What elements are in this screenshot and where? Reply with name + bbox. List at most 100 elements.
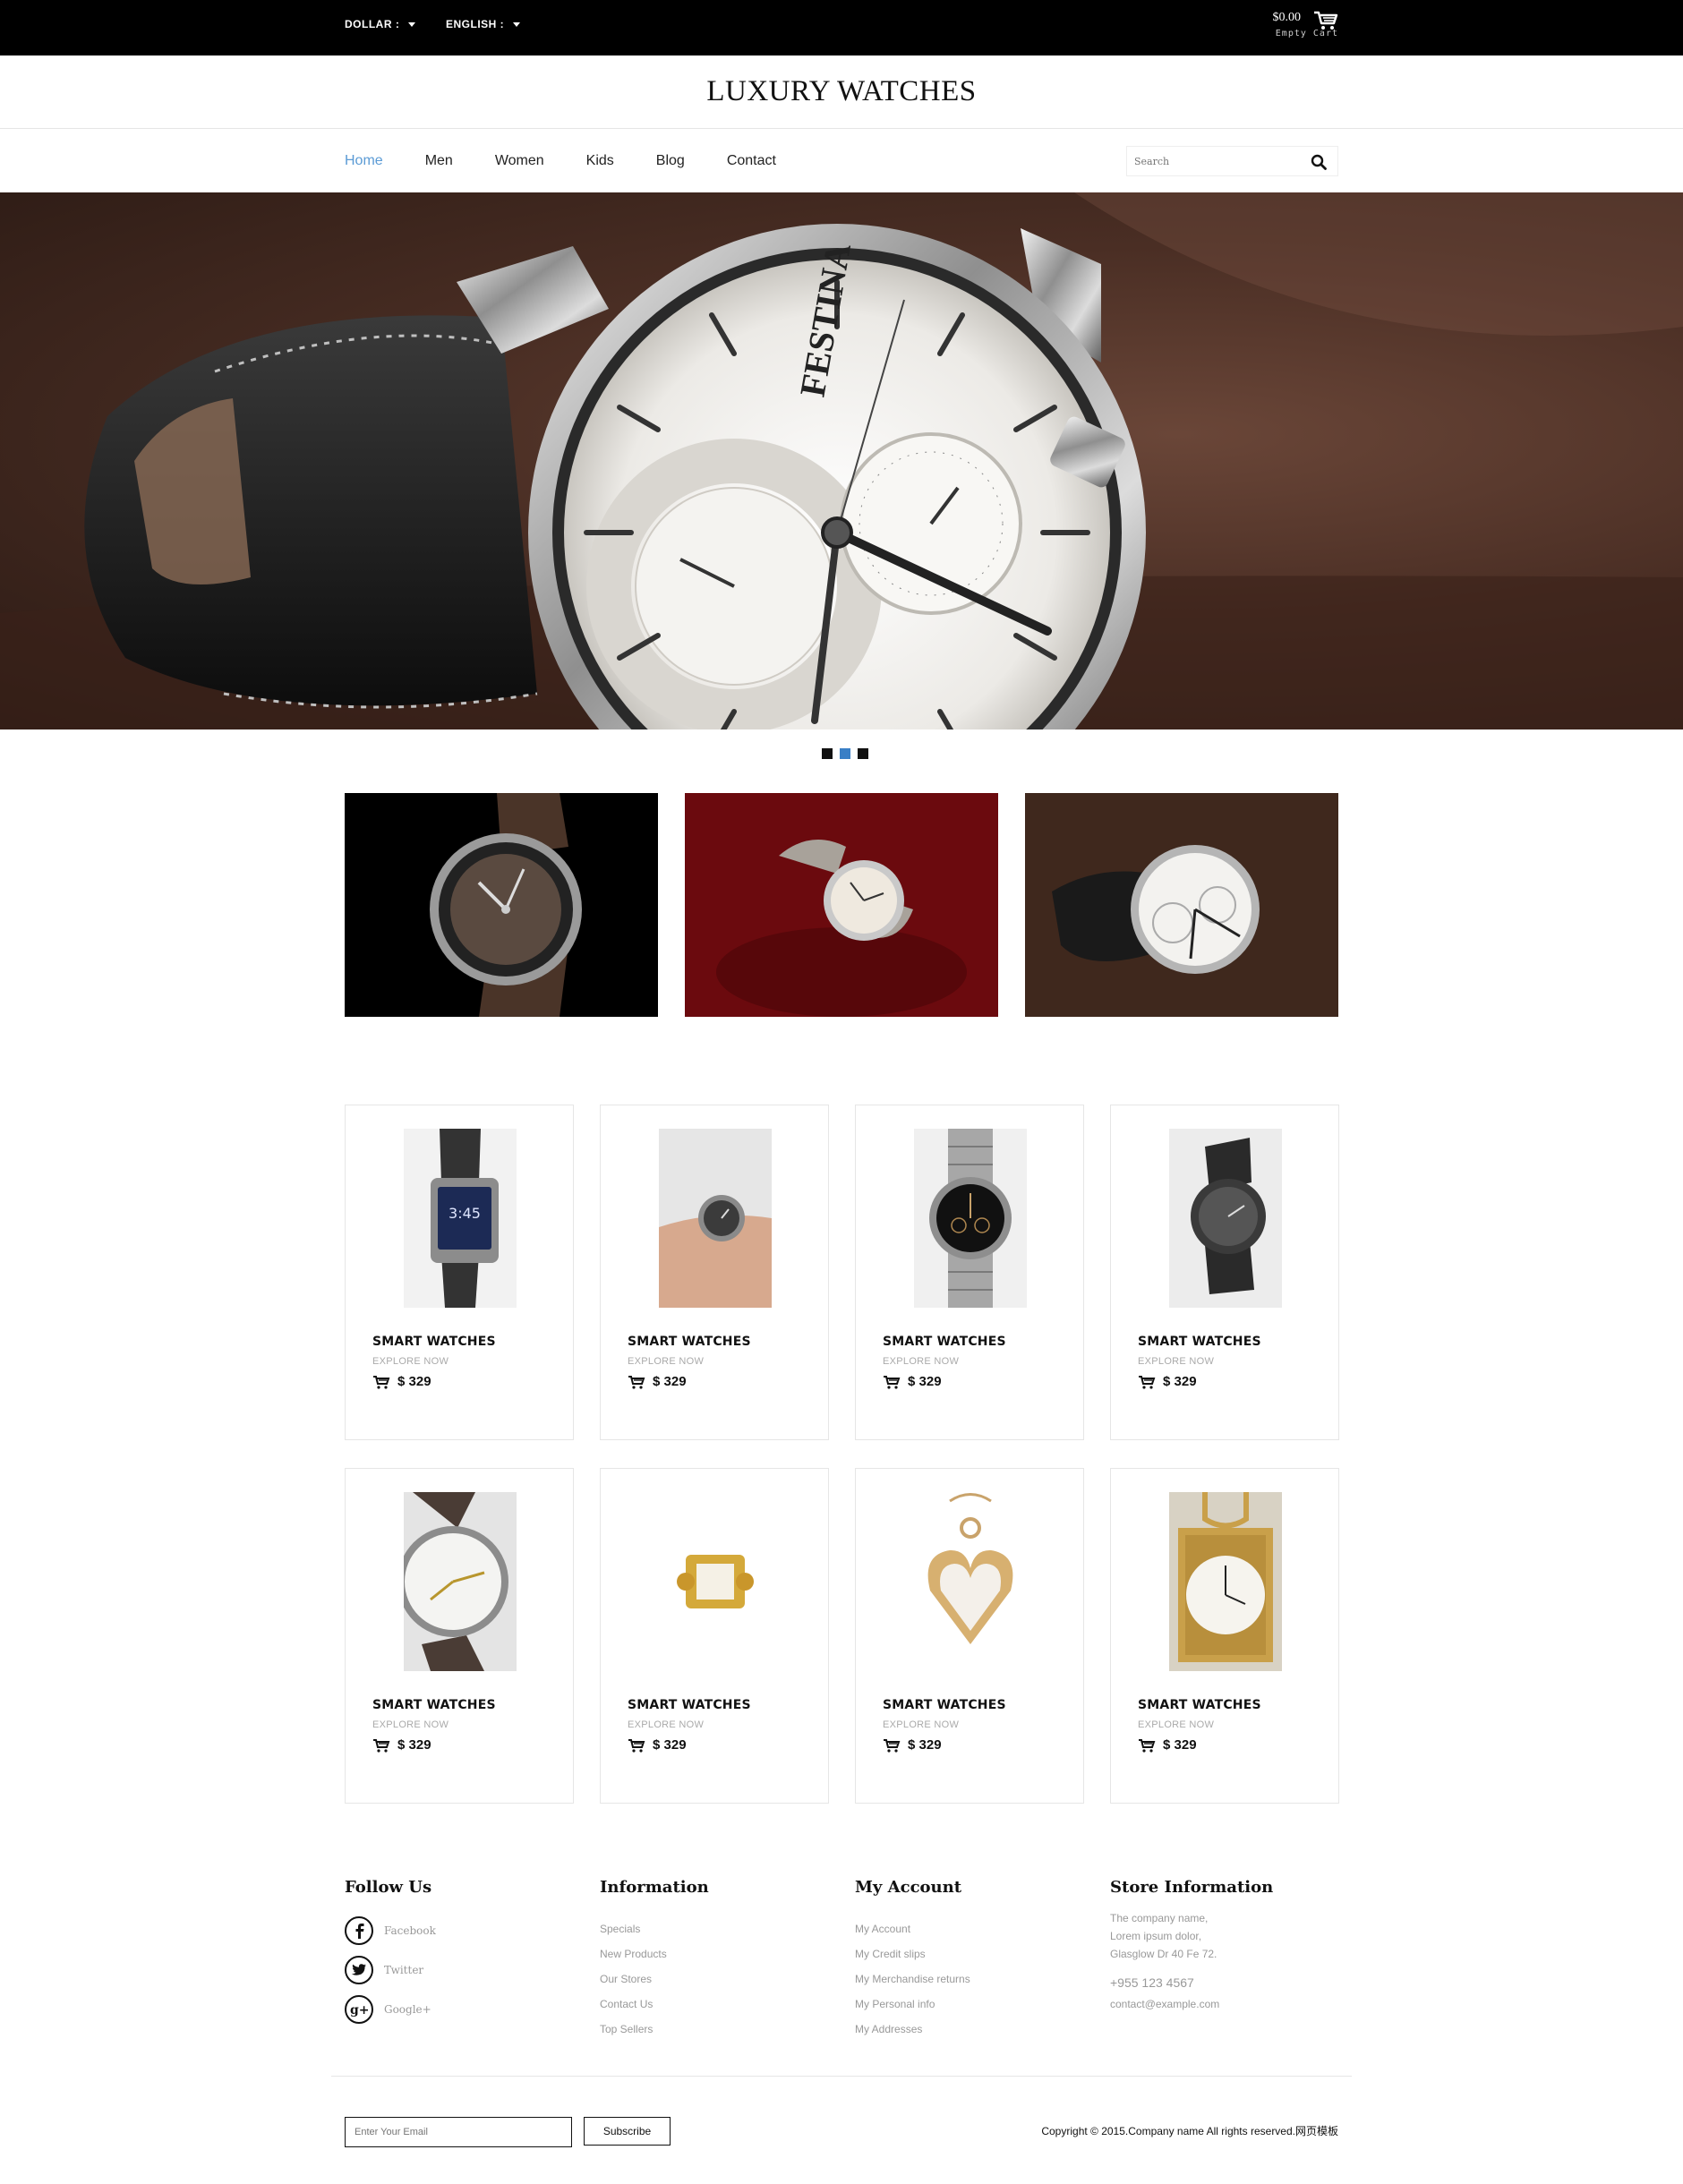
footer-link-addresses[interactable]: My Addresses bbox=[855, 2017, 970, 2042]
cart-icon[interactable] bbox=[883, 1738, 901, 1753]
social-facebook[interactable]: Facebook bbox=[345, 1916, 436, 1945]
explore-link[interactable]: EXPLORE NOW bbox=[628, 1719, 704, 1730]
cart-icon[interactable] bbox=[1138, 1738, 1156, 1753]
language-selector[interactable]: ENGLISH : bbox=[446, 18, 521, 30]
product-image[interactable] bbox=[1169, 1129, 1282, 1308]
explore-link[interactable]: EXPLORE NOW bbox=[883, 1719, 959, 1730]
search-icon[interactable] bbox=[1311, 154, 1327, 170]
cart-icon[interactable] bbox=[1313, 11, 1338, 30]
nav-item-blog[interactable]: Blog bbox=[656, 153, 685, 169]
nav-item-home[interactable]: Home bbox=[345, 153, 383, 169]
footer-link-personal-info[interactable]: My Personal info bbox=[855, 1992, 970, 2017]
wrist-watch-image bbox=[659, 1195, 772, 1308]
price-value: $ 329 bbox=[653, 1737, 687, 1753]
product-name[interactable]: SMART WATCHES bbox=[1138, 1698, 1261, 1712]
social-google-plus[interactable]: g+ Google+ bbox=[345, 1995, 436, 2024]
category-banner-2[interactable] bbox=[685, 793, 998, 1017]
screen-time: 3:45 bbox=[449, 1205, 481, 1222]
store-email[interactable]: contact@example.com bbox=[1110, 1995, 1273, 2013]
product-price[interactable]: $ 329 bbox=[1138, 1374, 1197, 1389]
google-plus-icon[interactable]: g+ bbox=[345, 1995, 373, 2024]
footer-link-contact-us[interactable]: Contact Us bbox=[600, 1992, 709, 2017]
cart-widget[interactable]: $0.00 Empty Cart bbox=[1273, 11, 1339, 38]
product-name[interactable]: SMART WATCHES bbox=[883, 1698, 1006, 1712]
copyright-text: Copyright © 2015.Company name All rights… bbox=[1041, 2125, 1338, 2137]
footer-link-top-sellers[interactable]: Top Sellers bbox=[600, 2017, 709, 2042]
nav-item-men[interactable]: Men bbox=[425, 153, 453, 169]
product-card[interactable]: SMART WATCHES EXPLORE NOW $ 329 bbox=[345, 1468, 574, 1804]
product-card[interactable]: SMART WATCHES EXPLORE NOW $ 329 bbox=[600, 1468, 829, 1804]
explore-link[interactable]: EXPLORE NOW bbox=[883, 1356, 959, 1367]
currency-label: DOLLAR : bbox=[345, 18, 400, 30]
newsletter-email-input[interactable] bbox=[345, 2117, 572, 2147]
twitter-icon[interactable] bbox=[345, 1956, 373, 1984]
product-name[interactable]: SMART WATCHES bbox=[372, 1335, 496, 1349]
cart-icon[interactable] bbox=[628, 1375, 645, 1389]
footer-link-our-stores[interactable]: Our Stores bbox=[600, 1966, 709, 1992]
footer-link-new-products[interactable]: New Products bbox=[600, 1941, 709, 1966]
footer-link-merchandise-returns[interactable]: My Merchandise returns bbox=[855, 1966, 970, 1992]
hero-slider[interactable]: FESTINA bbox=[0, 192, 1683, 729]
cart-icon[interactable] bbox=[372, 1375, 390, 1389]
slider-dot[interactable] bbox=[858, 748, 868, 759]
product-image[interactable] bbox=[659, 1492, 772, 1671]
product-card[interactable]: SMART WATCHES EXPLORE NOW $ 329 bbox=[600, 1105, 829, 1440]
product-price[interactable]: $ 329 bbox=[883, 1737, 942, 1753]
store-address-line: Glasglow Dr 40 Fe 72. bbox=[1110, 1948, 1217, 1960]
product-price[interactable]: $ 329 bbox=[372, 1374, 431, 1389]
cart-icon[interactable] bbox=[372, 1738, 390, 1753]
slider-dot-active[interactable] bbox=[840, 748, 850, 759]
footer-link-my-account[interactable]: My Account bbox=[855, 1916, 970, 1941]
cart-icon[interactable] bbox=[1138, 1375, 1156, 1389]
product-image[interactable] bbox=[914, 1492, 1027, 1671]
product-image[interactable] bbox=[659, 1129, 772, 1308]
category-banner-3[interactable] bbox=[1025, 793, 1338, 1017]
subscribe-button[interactable]: Subscribe bbox=[584, 2117, 671, 2146]
facebook-icon[interactable] bbox=[345, 1916, 373, 1945]
product-name[interactable]: SMART WATCHES bbox=[883, 1335, 1006, 1349]
cart-icon[interactable] bbox=[628, 1738, 645, 1753]
footer-link-specials[interactable]: Specials bbox=[600, 1916, 709, 1941]
explore-link[interactable]: EXPLORE NOW bbox=[1138, 1719, 1214, 1730]
site-logo[interactable]: LUXURY WATCHES bbox=[706, 75, 976, 108]
product-image[interactable] bbox=[404, 1492, 517, 1671]
product-image[interactable] bbox=[1169, 1492, 1282, 1671]
product-image[interactable] bbox=[914, 1129, 1027, 1308]
product-price[interactable]: $ 329 bbox=[628, 1737, 687, 1753]
product-card[interactable]: 3:45 SMART WATCHES EXPLORE NOW $ 329 bbox=[345, 1105, 574, 1440]
product-card[interactable]: SMART WATCHES EXPLORE NOW $ 329 bbox=[855, 1468, 1084, 1804]
footer-link-credit-slips[interactable]: My Credit slips bbox=[855, 1941, 970, 1966]
slider-dot[interactable] bbox=[822, 748, 833, 759]
explore-link[interactable]: EXPLORE NOW bbox=[1138, 1356, 1214, 1367]
product-price[interactable]: $ 329 bbox=[1138, 1737, 1197, 1753]
footer-store-info: Store Information The company name, Lore… bbox=[1110, 1878, 1273, 2013]
footer-information: Information Specials New Products Our St… bbox=[600, 1878, 709, 2042]
social-label: Facebook bbox=[384, 1924, 436, 1937]
product-price[interactable]: $ 329 bbox=[883, 1374, 942, 1389]
search-input[interactable] bbox=[1127, 148, 1297, 175]
currency-selector[interactable]: DOLLAR : bbox=[345, 18, 416, 30]
category-banner-1[interactable] bbox=[345, 793, 658, 1017]
store-address-line: The company name, bbox=[1110, 1912, 1209, 1924]
product-price[interactable]: $ 329 bbox=[372, 1737, 431, 1753]
product-name[interactable]: SMART WATCHES bbox=[372, 1698, 496, 1712]
product-card[interactable]: SMART WATCHES EXPLORE NOW $ 329 bbox=[1110, 1468, 1339, 1804]
nav-item-women[interactable]: Women bbox=[495, 153, 544, 169]
steel-watch-image bbox=[929, 1129, 1012, 1308]
product-name[interactable]: SMART WATCHES bbox=[1138, 1335, 1261, 1349]
nav-item-kids[interactable]: Kids bbox=[586, 153, 614, 169]
product-name[interactable]: SMART WATCHES bbox=[628, 1335, 751, 1349]
product-name[interactable]: SMART WATCHES bbox=[628, 1698, 751, 1712]
top-bar: DOLLAR : ENGLISH : $0.00 Empty Cart bbox=[0, 0, 1683, 55]
explore-link[interactable]: EXPLORE NOW bbox=[372, 1719, 449, 1730]
product-image[interactable]: 3:45 bbox=[404, 1129, 517, 1308]
product-card[interactable]: SMART WATCHES EXPLORE NOW $ 329 bbox=[855, 1105, 1084, 1440]
product-price[interactable]: $ 329 bbox=[628, 1374, 687, 1389]
product-card[interactable]: SMART WATCHES EXPLORE NOW $ 329 bbox=[1110, 1105, 1339, 1440]
nav-item-contact[interactable]: Contact bbox=[727, 153, 776, 169]
footer-divider bbox=[331, 2076, 1352, 2077]
social-twitter[interactable]: Twitter bbox=[345, 1956, 436, 1984]
cart-icon[interactable] bbox=[883, 1375, 901, 1389]
explore-link[interactable]: EXPLORE NOW bbox=[628, 1356, 704, 1367]
explore-link[interactable]: EXPLORE NOW bbox=[372, 1356, 449, 1367]
